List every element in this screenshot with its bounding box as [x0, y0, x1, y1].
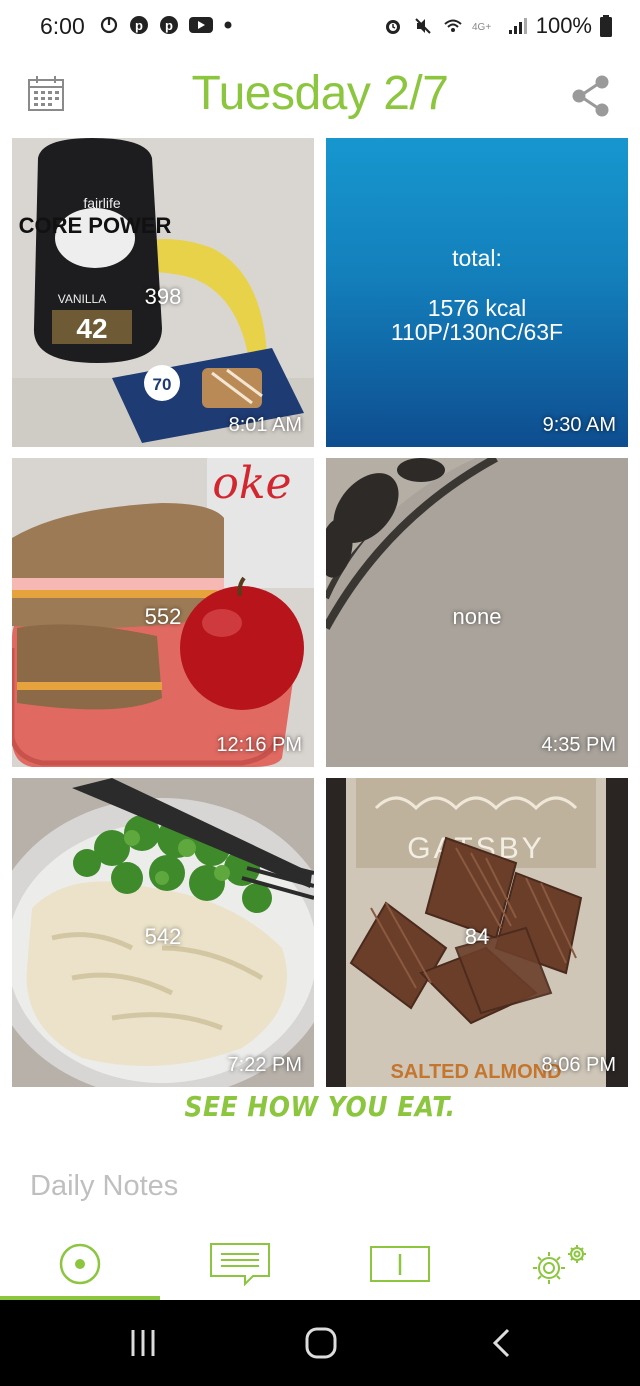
dot-icon — [222, 14, 234, 36]
total-kcal: 1576 kcal — [427, 295, 527, 321]
meal-tile-dessert[interactable]: GATSBY SALTED ALMOND 84 8:06 PM — [326, 778, 628, 1087]
svg-text:4G+: 4G+ — [472, 22, 491, 33]
battery-percent: 100% — [535, 13, 592, 38]
meal-tile-dinner[interactable]: 542 7:22 PM — [12, 778, 314, 1087]
share-button[interactable] — [570, 74, 612, 118]
lte-icon: 4G+ — [472, 15, 498, 37]
settings-icon — [533, 1245, 586, 1284]
meal-kcal: none — [452, 604, 502, 629]
protein-text: 42 — [76, 313, 107, 344]
battery-icon — [600, 15, 612, 37]
meal-kcal: 398 — [144, 284, 182, 309]
youtube-icon — [188, 14, 214, 36]
brand-text: fairlife — [83, 195, 121, 211]
pinterest-icon: p — [158, 14, 180, 36]
svg-text:p: p — [165, 18, 173, 33]
recents-icon — [131, 1330, 155, 1356]
home-button[interactable] — [278, 1300, 364, 1386]
total-macros: 110P/130nC/63F — [390, 319, 564, 345]
meal-kcal: 542 — [144, 924, 182, 949]
status-right-icons: 4G+ 100% — [382, 13, 612, 39]
meal-time: 12:16 PM — [216, 734, 302, 756]
choc-flavor-text: SALTED ALMOND — [390, 1061, 561, 1083]
daily-total-tile[interactable]: total: 1576 kcal 110P/130nC/63F 9:30 AM — [326, 138, 628, 447]
recents-button[interactable] — [100, 1300, 186, 1386]
status-time: 6:00 — [40, 13, 85, 39]
meal-time: 8:01 AM — [228, 414, 302, 436]
nav-info[interactable] — [320, 1228, 480, 1300]
today-icon — [59, 1243, 101, 1285]
system-nav-bar — [0, 1300, 640, 1386]
back-button[interactable] — [458, 1300, 544, 1386]
page-title[interactable]: Tuesday 2/7 — [0, 66, 640, 121]
meal-time: 4:35 PM — [541, 734, 616, 756]
meal-tile-breakfast[interactable]: CORE POWER fairlife VANILLA 42 70 398 8:… — [12, 138, 314, 447]
nav-today[interactable] — [0, 1228, 160, 1300]
bottom-nav — [0, 1228, 640, 1300]
alarm-icon — [382, 15, 404, 37]
meal-tile-snack[interactable]: none 4:35 PM — [326, 458, 628, 767]
bar-calories-text: 70 — [153, 375, 172, 394]
can-text: oke — [212, 458, 291, 509]
notes-icon — [210, 1243, 270, 1286]
meal-kcal: 552 — [144, 604, 182, 629]
daily-notes-input[interactable]: Daily Notes — [30, 1170, 178, 1203]
nav-settings[interactable] — [480, 1228, 640, 1300]
meal-kcal: 84 — [464, 924, 490, 949]
meal-time: 8:06 PM — [541, 1054, 616, 1076]
signal-icon — [506, 15, 528, 37]
mute-icon — [412, 15, 434, 37]
wifi-icon — [442, 15, 464, 37]
home-icon — [305, 1327, 337, 1359]
tagline: SEE HOW YOU EAT. — [184, 1090, 456, 1123]
status-left-icons: p p — [98, 14, 234, 36]
app-header: Tuesday 2/7 — [0, 52, 640, 138]
total-time: 9:30 AM — [542, 414, 616, 436]
back-icon — [492, 1328, 510, 1358]
meal-time: 7:22 PM — [227, 1054, 302, 1076]
total-label: total: — [452, 245, 502, 271]
svg-text:p: p — [135, 18, 143, 33]
info-icon — [370, 1246, 430, 1282]
meal-grid: CORE POWER fairlife VANILLA 42 70 398 8:… — [12, 138, 628, 1088]
nav-notes[interactable] — [160, 1228, 320, 1300]
pinterest-icon: p — [128, 14, 150, 36]
meal-tile-lunch[interactable]: oke 552 12:16 PM — [12, 458, 314, 767]
brand-product-text: CORE POWER — [19, 213, 172, 238]
status-bar: 6:00 p p 4G+ 100% — [0, 0, 640, 52]
share-icon — [572, 75, 609, 117]
sync-icon — [98, 14, 120, 36]
